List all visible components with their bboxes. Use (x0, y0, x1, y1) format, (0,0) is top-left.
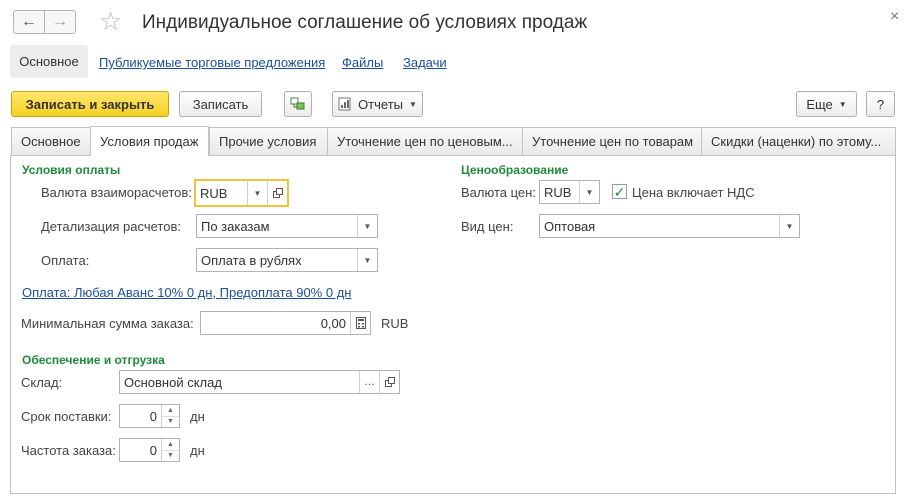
payment-terms-title: Условия оплаты (22, 163, 121, 177)
reports-label: Отчеты (358, 96, 403, 112)
min-sum-currency: RUB (381, 316, 409, 331)
warehouse-field[interactable]: Основной склад … (119, 370, 400, 394)
reports-button[interactable]: Отчеты ▼ (332, 91, 423, 117)
price-currency-label: Валюта цен: (461, 185, 536, 200)
pricing-title: Ценообразование (461, 163, 569, 177)
tab-price-groups-label: Уточнение цен по ценовым... (337, 134, 513, 149)
save-and-close-button[interactable]: Записать и закрыть (11, 91, 169, 117)
open-icon[interactable] (379, 371, 399, 393)
more-button[interactable]: Еще ▼ (796, 91, 857, 117)
page-title: Индивидуальное соглашение об условиях пр… (142, 12, 588, 33)
chevron-down-icon[interactable]: ▼ (162, 451, 179, 462)
vat-checkbox[interactable]: ✓ (612, 184, 627, 199)
star-icon[interactable]: ☆ (99, 6, 122, 36)
frequency-field[interactable]: 0 ▲ ▼ (119, 438, 180, 462)
delivery-unit: дн (190, 409, 205, 424)
tab-price-goods[interactable]: Уточнение цен по товарам (522, 127, 702, 155)
shipping-title: Обеспечение и отгрузка (22, 353, 165, 367)
currency-value: RUB (200, 185, 228, 201)
structure-icon (290, 97, 305, 110)
calculator-icon[interactable] (350, 312, 370, 334)
forward-button[interactable]: → (44, 10, 76, 34)
section-link-files[interactable]: Файлы (342, 55, 383, 70)
section-link-offers[interactable]: Публикуемые торговые предложения (99, 55, 325, 70)
tab-discounts[interactable]: Скидки (наценки) по этому... (701, 127, 896, 155)
chevron-down-icon: ▼ (409, 99, 417, 109)
frequency-unit: дн (190, 443, 205, 458)
price-currency-value: RUB (544, 184, 572, 200)
tab-sales-terms-label: Условия продаж (100, 134, 199, 149)
arrow-left-icon: ← (21, 13, 37, 30)
tab-other-terms[interactable]: Прочие условия (209, 127, 328, 155)
min-sum-field[interactable]: 0,00 (200, 311, 371, 335)
vat-label: Цена включает НДС (632, 185, 755, 200)
ellipsis-icon[interactable]: … (359, 371, 379, 393)
frequency-label: Частота заказа: (21, 443, 116, 458)
currency-field[interactable]: RUB ▼ (194, 179, 289, 207)
chevron-down-icon[interactable]: ▼ (162, 417, 179, 428)
section-main[interactable]: Основное (10, 45, 88, 78)
stepper[interactable]: ▲ ▼ (161, 405, 179, 427)
chevron-up-icon[interactable]: ▲ (162, 405, 179, 417)
save-label: Записать (192, 96, 249, 112)
save-button[interactable]: Записать (179, 91, 262, 117)
chevron-down-icon[interactable]: ▼ (779, 215, 799, 237)
help-label: ? (876, 96, 885, 112)
detail-label: Детализация расчетов: (41, 219, 181, 234)
price-currency-field[interactable]: RUB ▼ (539, 180, 600, 204)
price-type-label: Вид цен: (461, 219, 514, 234)
delivery-label: Срок поставки: (21, 409, 112, 424)
save-and-close-label: Записать и закрыть (25, 96, 155, 112)
help-button[interactable]: ? (866, 91, 895, 117)
chevron-up-icon[interactable]: ▲ (162, 439, 179, 451)
section-link-tasks[interactable]: Задачи (403, 55, 447, 70)
delivery-value: 0 (149, 408, 157, 424)
payment-value: Оплата в рублях (201, 252, 302, 268)
chevron-down-icon[interactable]: ▼ (357, 215, 377, 237)
more-label: Еще (806, 96, 833, 112)
structure-button[interactable] (284, 91, 312, 117)
detail-field[interactable]: По заказам ▼ (196, 214, 378, 238)
tab-discounts-label: Скидки (наценки) по этому... (711, 134, 882, 149)
price-type-value: Оптовая (544, 218, 596, 234)
chevron-down-icon[interactable]: ▼ (357, 249, 377, 271)
chevron-down-icon: ▼ (838, 99, 847, 109)
payment-label: Оплата: (41, 253, 90, 268)
warehouse-value: Основной склад (124, 374, 222, 390)
checkmark-icon: ✓ (613, 183, 626, 200)
min-sum-label: Минимальная сумма заказа: (21, 316, 194, 331)
tab-main-label: Основное (21, 134, 81, 149)
warehouse-label: Склад: (21, 375, 63, 390)
frequency-value: 0 (149, 442, 157, 458)
min-sum-value: 0,00 (320, 315, 346, 331)
delivery-field[interactable]: 0 ▲ ▼ (119, 404, 180, 428)
tab-price-groups[interactable]: Уточнение цен по ценовым... (327, 127, 523, 155)
open-icon[interactable] (267, 181, 287, 205)
tab-price-goods-label: Уточнение цен по товарам (532, 134, 694, 149)
payment-schedule-link[interactable]: Оплата: Любая Аванс 10% 0 дн, Предоплата… (22, 285, 351, 300)
detail-value: По заказам (201, 218, 270, 234)
tab-sales-terms[interactable]: Условия продаж (90, 126, 209, 156)
chevron-down-icon[interactable]: ▼ (247, 181, 267, 205)
reports-icon (338, 97, 351, 111)
tab-other-terms-label: Прочие условия (219, 134, 317, 149)
back-button[interactable]: ← (13, 10, 45, 34)
payment-field[interactable]: Оплата в рублях ▼ (196, 248, 378, 272)
close-icon[interactable]: × (890, 8, 899, 26)
tab-main[interactable]: Основное (11, 127, 91, 155)
section-main-label: Основное (19, 54, 79, 69)
price-type-field[interactable]: Оптовая ▼ (539, 214, 800, 238)
arrow-right-icon: → (52, 13, 68, 30)
stepper[interactable]: ▲ ▼ (161, 439, 179, 461)
currency-label: Валюта взаиморасчетов: (41, 185, 192, 200)
chevron-down-icon[interactable]: ▼ (579, 181, 599, 203)
